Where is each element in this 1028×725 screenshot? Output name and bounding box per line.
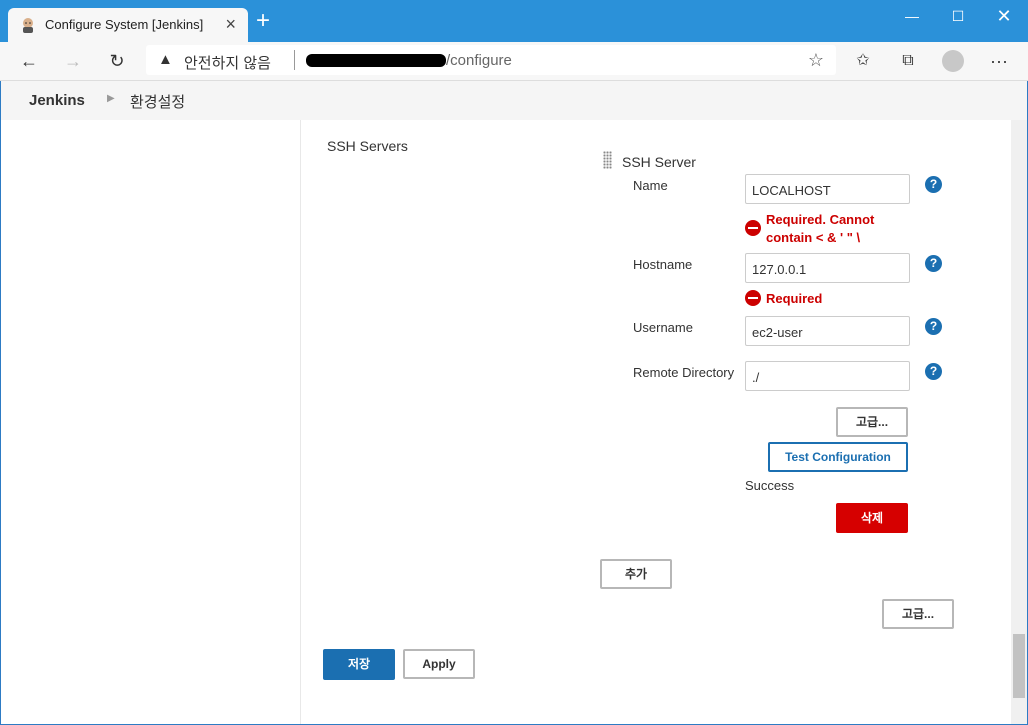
maximize-icon[interactable]: ☐	[938, 4, 978, 28]
username-label: Username	[633, 320, 693, 335]
new-tab-button[interactable]: +	[256, 8, 270, 34]
side-panel-divider	[300, 120, 301, 724]
remote-directory-label: Remote Directory	[633, 365, 735, 380]
drag-handle-icon[interactable]	[603, 151, 612, 169]
breadcrumb-jenkins[interactable]: Jenkins	[29, 92, 85, 109]
delete-button[interactable]: 삭제	[836, 503, 908, 533]
name-error-icon	[745, 220, 761, 236]
address-bar[interactable]: ▲ 안전하지 않음 /configure ☆	[146, 45, 836, 75]
profile-icon[interactable]	[940, 48, 966, 74]
breadcrumb: Jenkins ▶ 환경설정	[1, 81, 1027, 120]
name-help-icon[interactable]: ?	[925, 176, 942, 193]
hostname-input[interactable]: 127.0.0.1	[745, 253, 910, 283]
ssh-advanced-button[interactable]: 고급...	[836, 407, 908, 437]
more-icon[interactable]: ···	[986, 48, 1012, 74]
name-error-line2: contain < & ' " \	[766, 230, 861, 245]
refresh-icon[interactable]: ↻	[104, 48, 130, 74]
page-scrollbar[interactable]	[1011, 120, 1027, 724]
url-path: /configure	[446, 52, 512, 69]
username-input[interactable]: ec2-user	[745, 316, 910, 346]
collections-icon[interactable]: ⧉	[895, 48, 921, 74]
browser-tab-bar: Configure System [Jenkins] × + — ☐ ✕	[0, 0, 1028, 42]
hostname-label: Hostname	[633, 257, 693, 272]
save-button[interactable]: 저장	[323, 649, 395, 680]
apply-button[interactable]: Apply	[403, 649, 475, 679]
breadcrumb-configure[interactable]: 환경설정	[130, 91, 185, 112]
ssh-servers-label: SSH Servers	[327, 138, 408, 154]
browser-tab[interactable]: Configure System [Jenkins] ×	[8, 8, 248, 42]
forward-icon[interactable]: →	[60, 48, 86, 74]
scrollbar-thumb[interactable]	[1013, 634, 1025, 698]
minimize-icon[interactable]: —	[892, 4, 932, 28]
name-error-line1: Required. Cannot	[766, 212, 875, 227]
hostname-error-message: Required	[766, 291, 823, 306]
name-error-message: Required. Cannot contain < & ' " \	[766, 211, 874, 247]
name-label: Name	[633, 178, 668, 193]
breadcrumb-arrow-icon: ▶	[107, 93, 115, 104]
test-result: Success	[745, 478, 795, 493]
security-status: 안전하지 않음	[184, 55, 271, 72]
hostname-help-icon[interactable]: ?	[925, 255, 942, 272]
close-icon[interactable]: ×	[225, 14, 236, 35]
window-close-icon[interactable]: ✕	[984, 4, 1024, 28]
ssh-server-heading: SSH Server	[622, 154, 696, 170]
remote-directory-input[interactable]: ./	[745, 361, 910, 391]
hostname-error-icon	[745, 290, 761, 306]
warning-icon: ▲	[158, 51, 173, 68]
star-icon[interactable]: ☆	[808, 50, 824, 71]
redacted-host	[306, 54, 446, 67]
favorites-icon[interactable]: ✩	[850, 48, 876, 74]
remote-directory-help-icon[interactable]: ?	[925, 363, 942, 380]
browser-toolbar: ← → ↻ ▲ 안전하지 않음 /configure ☆ ✩ ⧉ ···	[0, 42, 1028, 81]
advanced-button[interactable]: 고급...	[882, 599, 954, 629]
name-input[interactable]: LOCALHOST	[745, 174, 910, 204]
jenkins-favicon-icon	[23, 18, 33, 33]
add-button[interactable]: 추가	[600, 559, 672, 589]
username-help-icon[interactable]: ?	[925, 318, 942, 335]
address-separator	[294, 50, 295, 70]
tab-title: Configure System [Jenkins]	[45, 17, 204, 32]
back-icon[interactable]: ←	[16, 48, 42, 74]
test-configuration-button[interactable]: Test Configuration	[768, 442, 908, 472]
